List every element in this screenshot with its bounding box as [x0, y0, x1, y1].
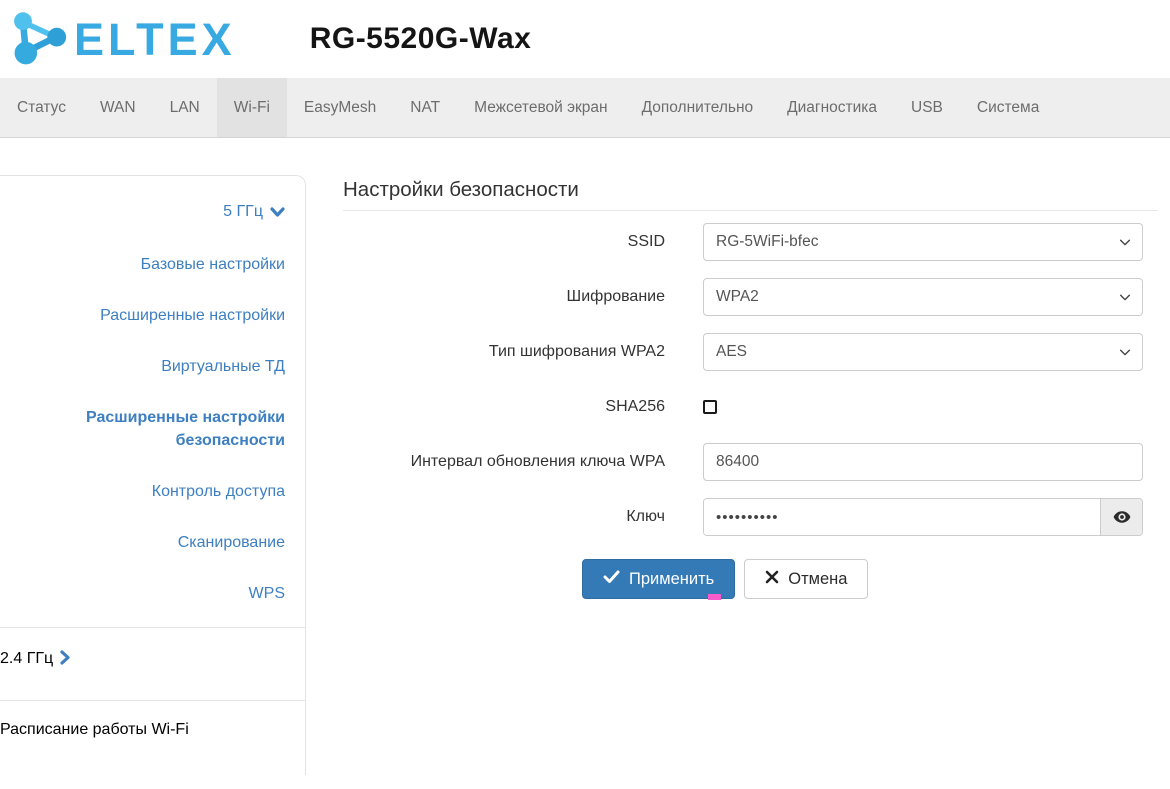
apply-button[interactable]: Применить	[582, 559, 736, 600]
rekey-interval-input[interactable]	[703, 443, 1143, 481]
form-row-key: Ключ	[343, 498, 1158, 536]
chevron-down-icon	[270, 202, 285, 225]
main-panel: Настройки безопасности SSID RG-5WiFi-bfe…	[306, 138, 1170, 775]
tab-easymesh[interactable]: EasyMesh	[287, 78, 393, 137]
eye-icon	[1113, 511, 1130, 523]
key-input[interactable]	[704, 499, 1100, 535]
encryption-label: Шифрование	[566, 288, 665, 305]
select-chevron-icon	[1118, 345, 1132, 364]
eltex-logo: ELTEX	[8, 9, 236, 69]
wpa2-cipher-label: Тип шифрования WPA2	[488, 343, 665, 360]
sidebar-item-scanning[interactable]: Сканирование	[0, 517, 305, 568]
form-actions: Применить Отмена	[582, 559, 1158, 600]
section-title: Настройки безопасности	[343, 178, 1158, 211]
form-row-encryption: Шифрование WPA2	[343, 278, 1158, 316]
tab-status[interactable]: Статус	[0, 78, 83, 137]
tab-firewall[interactable]: Межсетевой экран	[457, 78, 624, 137]
sidebar-item-24ghz[interactable]: 2.4 ГГц	[0, 628, 305, 692]
sidebar-item-advanced-security[interactable]: Расширенные настройки безопасности	[0, 392, 305, 466]
tab-lan[interactable]: LAN	[153, 78, 217, 137]
brand-text: ELTEX	[74, 13, 236, 65]
ssid-label: SSID	[627, 233, 665, 250]
content-area: 5 ГГц Базовые настройки Расширенные наст…	[0, 138, 1170, 775]
form-row-wpa2-cipher: Тип шифрования WPA2 AES	[343, 333, 1158, 371]
form-row-rekey-interval: Интервал обновления ключа WPA	[343, 443, 1158, 481]
rekey-interval-label: Интервал обновления ключа WPA	[410, 453, 665, 470]
top-navigation: Статус WAN LAN Wi-Fi EasyMesh NAT Межсет…	[0, 78, 1170, 138]
pink-marker	[708, 594, 722, 600]
select-chevron-icon	[1118, 235, 1132, 254]
sidebar-item-basic-settings[interactable]: Базовые настройки	[0, 239, 305, 290]
chevron-right-icon	[60, 650, 71, 670]
cancel-button[interactable]: Отмена	[744, 559, 869, 599]
sidebar-item-wifi-schedule[interactable]: Расписание работы Wi-Fi	[0, 701, 305, 739]
select-chevron-icon	[1118, 290, 1132, 309]
eltex-molecule-icon	[14, 12, 67, 65]
header: ELTEX RG-5520G-Wax	[0, 0, 1170, 78]
tab-wifi[interactable]: Wi-Fi	[216, 78, 287, 137]
page-title: RG-5520G-Wax	[309, 22, 532, 55]
sha256-checkbox[interactable]	[703, 400, 717, 414]
sidebar-item-5ghz[interactable]: 5 ГГц	[0, 186, 305, 239]
security-settings-form: SSID RG-5WiFi-bfec Шифрование WPA2 Тип ш…	[343, 223, 1158, 600]
tab-nat[interactable]: NAT	[393, 78, 457, 137]
key-input-group	[703, 498, 1143, 536]
form-row-sha256: SHA256	[343, 388, 1158, 426]
sidebar-item-virtual-ap[interactable]: Виртуальные ТД	[0, 341, 305, 392]
tab-diagnostics[interactable]: Диагностика	[770, 78, 894, 137]
sidebar-item-access-control[interactable]: Контроль доступа	[0, 466, 305, 517]
show-password-button[interactable]	[1100, 499, 1142, 535]
form-row-ssid: SSID RG-5WiFi-bfec	[343, 223, 1158, 261]
wifi-sidebar: 5 ГГц Базовые настройки Расширенные наст…	[0, 175, 306, 775]
sidebar-item-advanced-settings[interactable]: Расширенные настройки	[0, 290, 305, 341]
sha256-label: SHA256	[605, 398, 665, 415]
tab-advanced[interactable]: Дополнительно	[625, 78, 771, 137]
tab-system[interactable]: Система	[960, 78, 1056, 137]
check-icon	[603, 570, 620, 589]
tab-wan[interactable]: WAN	[83, 78, 153, 137]
ssid-select[interactable]: RG-5WiFi-bfec	[703, 223, 1143, 261]
key-label: Ключ	[626, 508, 665, 525]
tab-usb[interactable]: USB	[894, 78, 960, 137]
sidebar-item-wps[interactable]: WPS	[0, 568, 305, 619]
encryption-select[interactable]: WPA2	[703, 278, 1143, 316]
wpa2-cipher-select[interactable]: AES	[703, 333, 1143, 371]
close-icon	[765, 570, 779, 589]
